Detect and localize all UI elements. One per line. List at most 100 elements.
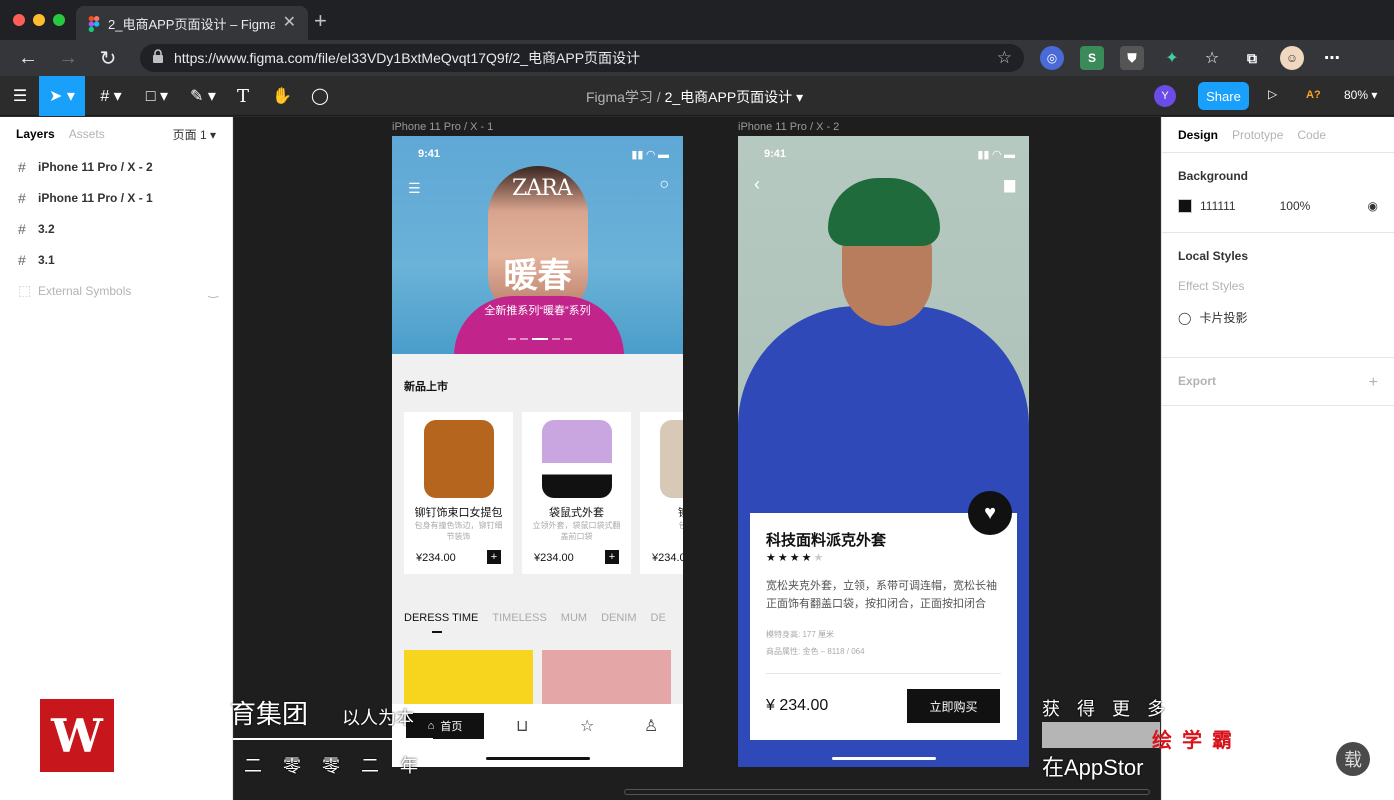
effect-style-item[interactable]: ◯ 卡片投影 xyxy=(1178,309,1378,326)
color-swatch[interactable] xyxy=(1178,199,1192,213)
tab-assets[interactable]: Assets xyxy=(69,127,105,141)
frame-home-page[interactable]: 9:41 ▮▮ ◠ ▬ ☰ ZARA ○ 暖春 全新推系列“暖春”系列 新品上市… xyxy=(392,136,683,767)
new-tab-icon[interactable]: + xyxy=(314,10,327,32)
bottom-tab-bar: ⌂ 首页 ⊔ ☆ ♙ xyxy=(392,704,683,767)
minimize-window-button[interactable] xyxy=(33,14,45,26)
favorite-heart-icon[interactable]: ♥ xyxy=(968,491,1012,535)
product-card[interactable]: 铆钉饰 包身有撞 ¥234.0 xyxy=(640,412,683,574)
category-tab[interactable]: DE xyxy=(651,612,666,624)
visibility-eye-icon[interactable]: ◉ xyxy=(1368,199,1378,213)
status-time: 9:41 xyxy=(764,148,787,160)
collections-icon[interactable]: ⧉ xyxy=(1240,46,1264,70)
chevron-down-icon[interactable]: ▾ xyxy=(796,89,803,105)
product-title: 科技面料派克外套 xyxy=(766,532,887,549)
zoom-window-button[interactable] xyxy=(53,14,65,26)
close-tab-icon[interactable]: ✕ xyxy=(283,15,296,31)
tab-code[interactable]: Code xyxy=(1297,128,1326,142)
file-name[interactable]: 2_电商APP页面设计 xyxy=(665,89,793,105)
address-bar[interactable]: https://www.figma.com/file/eI33VDy1BxtMe… xyxy=(140,44,1024,72)
browser-tab[interactable]: 2_电商APP页面设计 – Figma ✕ xyxy=(76,6,308,40)
page-selector[interactable]: 页面 1 ▾ xyxy=(173,126,216,143)
pen-tool-icon[interactable]: ✎ ▾ xyxy=(184,76,222,116)
reload-icon[interactable]: ↻ xyxy=(88,40,128,76)
frame2-label[interactable]: iPhone 11 Pro / X - 2 xyxy=(738,121,839,133)
team-name[interactable]: Figma学习 xyxy=(586,89,653,105)
extension-shield-icon[interactable]: ⛊ xyxy=(1120,46,1144,70)
background-opacity[interactable]: 100% xyxy=(1280,199,1311,213)
category-tab[interactable]: TIMELESS xyxy=(492,612,546,624)
present-play-icon[interactable]: ▷ xyxy=(1268,87,1277,101)
external-symbols-item[interactable]: ⬚ External Symbols ‿ xyxy=(0,275,232,306)
frame-icon: # xyxy=(18,158,26,175)
share-button[interactable]: Share xyxy=(1198,82,1249,110)
product-price: ¥234.00 xyxy=(534,552,574,564)
add-to-cart-button[interactable]: + xyxy=(487,550,501,564)
hand-tool-icon[interactable]: ✋ xyxy=(268,76,296,116)
shape-tool-icon[interactable]: □ ▾ xyxy=(138,76,176,116)
extension-bird-icon[interactable]: ✦ xyxy=(1160,46,1184,70)
divider xyxy=(766,673,1001,674)
missing-fonts-indicator[interactable]: A? xyxy=(1306,89,1321,101)
model-height: 模特身高: 177 厘米 xyxy=(766,630,835,639)
profile-avatar[interactable]: ☺ xyxy=(1280,46,1304,70)
buy-now-button[interactable]: 立即购买 xyxy=(907,689,1000,723)
dashed-frame-icon: ⬚ xyxy=(18,282,32,298)
overlay-year: 二 零 零 二 年 xyxy=(244,756,427,776)
text-tool-icon[interactable]: T xyxy=(230,76,256,116)
move-tool-icon[interactable]: ➤ ▾ xyxy=(39,76,85,116)
category-tab[interactable]: DENIM xyxy=(601,612,636,624)
extension-s-icon[interactable]: S xyxy=(1080,46,1104,70)
layer-item[interactable]: #3.1 xyxy=(0,244,232,275)
frame-tool-icon[interactable]: # ▾ xyxy=(92,76,130,116)
hamburger-icon[interactable]: ☰ xyxy=(408,180,421,197)
add-to-cart-button[interactable]: + xyxy=(605,550,619,564)
close-window-button[interactable] xyxy=(13,14,25,26)
layer-item[interactable]: # iPhone 11 Pro / X - 2 xyxy=(0,151,232,182)
design-canvas[interactable]: iPhone 11 Pro / X - 1 iPhone 11 Pro / X … xyxy=(234,117,1160,800)
product-description: 宽松夹克外套，立领，系带可调连帽，宽松长袖正面饰有翻盖口袋，按扣闭合，正面按扣闭… xyxy=(766,580,997,610)
zoom-dropdown[interactable]: 80% ▾ xyxy=(1344,88,1377,102)
product-price: ¥234.00 xyxy=(416,552,456,564)
cart-icon[interactable]: ⊔ xyxy=(516,716,528,736)
layer-item[interactable]: # iPhone 11 Pro / X - 1 xyxy=(0,182,232,213)
brand-logo: ZARA xyxy=(512,176,573,201)
nav-home-button[interactable]: ⌂ 首页 xyxy=(406,713,484,739)
tab-prototype[interactable]: Prototype xyxy=(1232,128,1283,142)
frame-icon: # xyxy=(18,189,26,206)
add-export-icon[interactable]: + xyxy=(1369,374,1378,405)
zoom-value: 80% xyxy=(1344,88,1369,102)
figma-toolbar: ☰ ➤ ▾ # ▾ □ ▾ ✎ ▾ T ✋ ◯ Figma学习 / 2_电商AP… xyxy=(0,76,1394,116)
canvas-horizontal-scrollbar[interactable] xyxy=(624,789,1150,795)
tab-layers[interactable]: Layers xyxy=(16,127,55,141)
overlay-red-text: 绘学霸 xyxy=(1152,730,1242,752)
star-icon[interactable]: ☆ xyxy=(580,716,594,736)
search-icon[interactable]: ○ xyxy=(659,176,669,194)
section-title: 新品上市 xyxy=(404,381,448,393)
effect-styles-label: Effect Styles xyxy=(1178,279,1245,293)
tab-design[interactable]: Design xyxy=(1178,128,1218,142)
product-desc: 包身有撞 xyxy=(678,521,684,530)
frame-icon: # xyxy=(18,220,26,237)
background-hex[interactable]: 111111 xyxy=(1200,199,1236,213)
hidden-eye-icon[interactable]: ‿ xyxy=(208,284,218,298)
favorites-icon[interactable]: ☆ xyxy=(1200,46,1224,70)
profile-icon[interactable]: ♙ xyxy=(644,716,658,736)
back-icon[interactable]: ← xyxy=(8,40,48,76)
extension-globe-icon[interactable]: ◎ xyxy=(1040,46,1064,70)
product-price: ¥ 234.00 xyxy=(766,697,829,714)
back-chevron-icon[interactable]: ‹ xyxy=(754,174,760,195)
layer-item[interactable]: #3.2 xyxy=(0,213,232,244)
product-card[interactable]: 袋鼠式外套 立领外套，袋鼠口袋式翻盖前口袋 ¥234.00 + xyxy=(522,412,631,574)
frame1-label[interactable]: iPhone 11 Pro / X - 1 xyxy=(392,121,493,133)
cart-icon[interactable]: ▆ xyxy=(1004,176,1015,193)
comment-tool-icon[interactable]: ◯ xyxy=(306,76,334,116)
forward-icon[interactable]: → xyxy=(48,40,88,76)
product-card[interactable]: 铆钉饰束口女提包 包身有撞色饰边，铆钉细节装饰 ¥234.00 + xyxy=(404,412,513,574)
bookmark-star-icon[interactable]: ☆ xyxy=(997,48,1012,68)
category-tab[interactable]: DERESS TIME xyxy=(404,612,478,624)
main-menu-icon[interactable]: ☰ xyxy=(6,76,34,116)
more-menu-icon[interactable]: ⋯ xyxy=(1320,46,1344,70)
frame-product-detail[interactable]: 9:41 ▮▮ ◠ ▬ ‹ ▆ ♥ 科技面料派克外套 ★★★★★ 宽松夹克外套，… xyxy=(738,136,1029,767)
user-avatar[interactable]: Y xyxy=(1154,85,1176,107)
category-tab[interactable]: MUM xyxy=(561,612,587,624)
